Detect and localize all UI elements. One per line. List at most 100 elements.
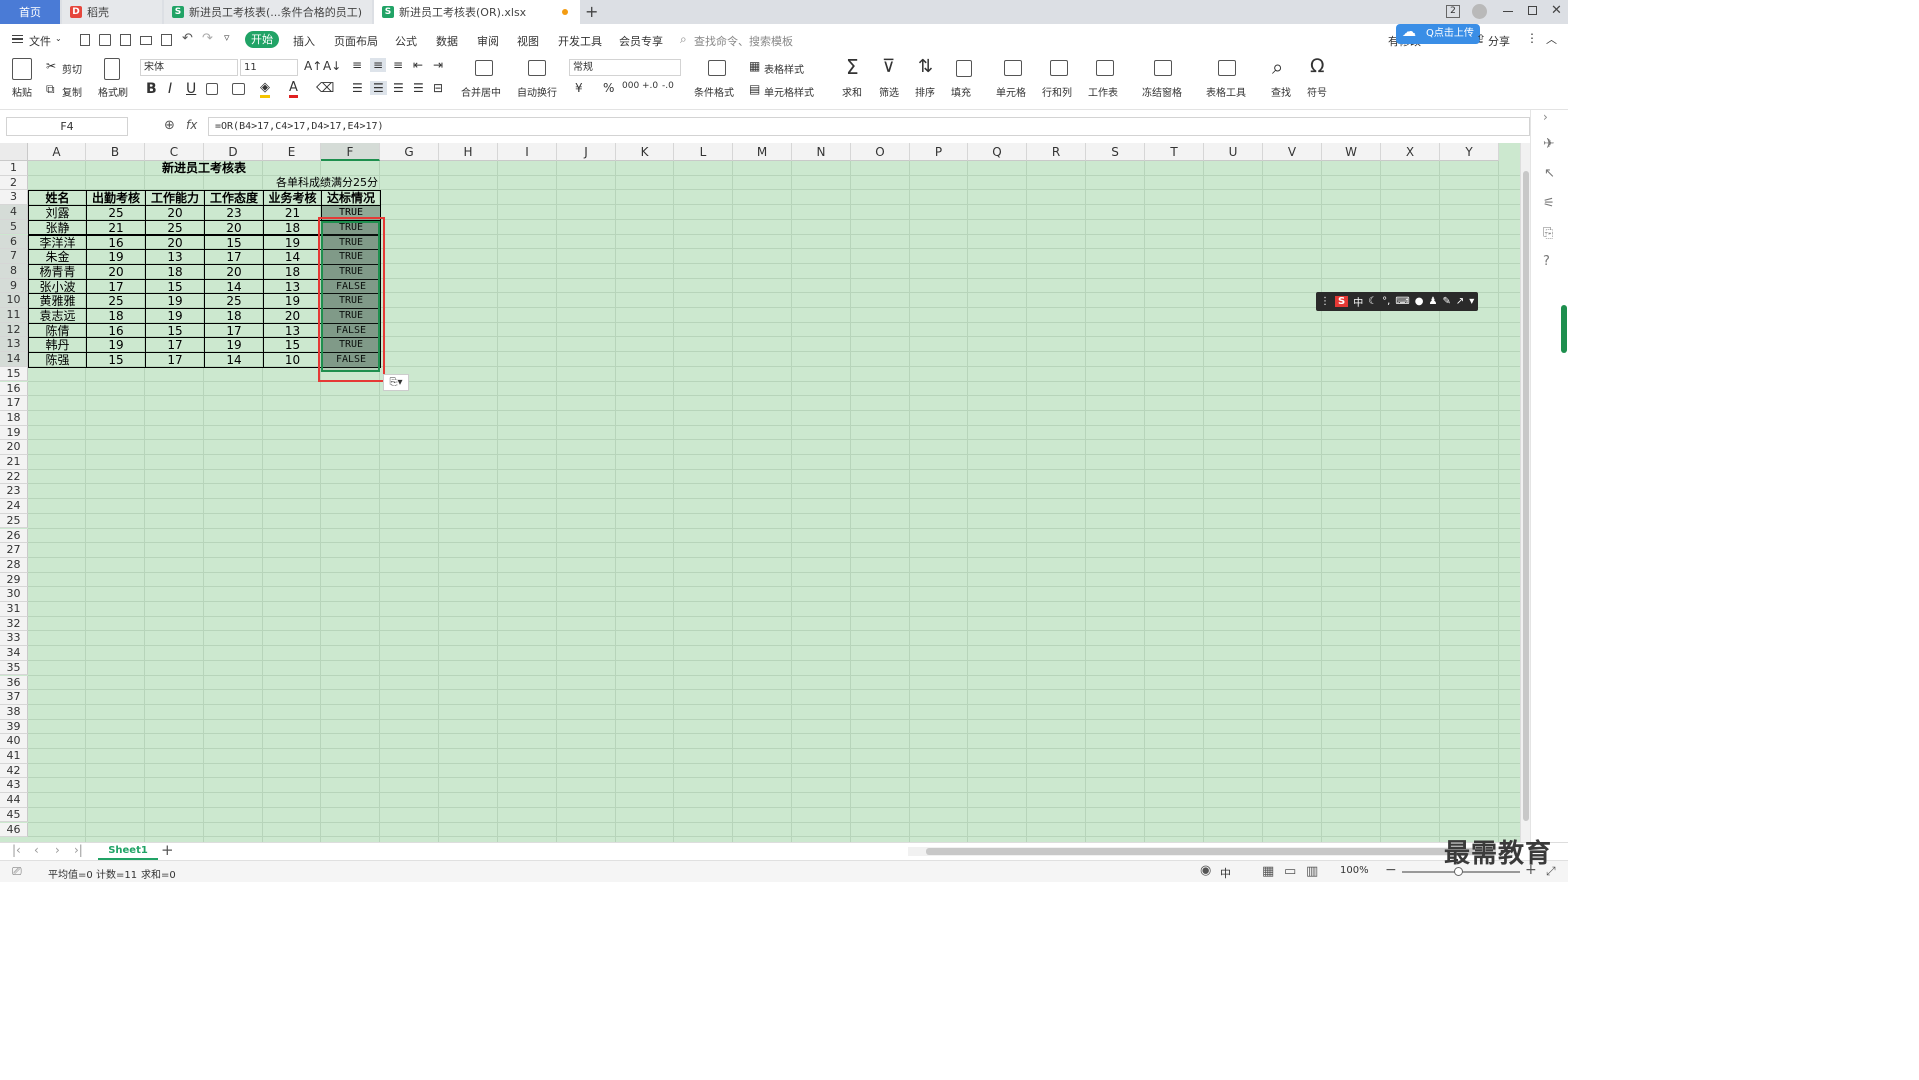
print-preview-icon[interactable] [161, 34, 172, 46]
punct-icon[interactable]: °, [1382, 296, 1390, 307]
row-header-34[interactable]: 34 [0, 646, 28, 661]
column-header-v[interactable]: V [1263, 143, 1322, 161]
column-header-g[interactable]: G [380, 143, 439, 161]
tab-file-1[interactable]: S 新进员工考核表(...条件合格的员工) [164, 0, 372, 24]
font-color-icon[interactable]: A [289, 80, 298, 98]
table-cell[interactable]: 20 [263, 308, 322, 324]
row-header-3[interactable]: 3 [0, 190, 28, 206]
row-header-22[interactable]: 22 [0, 469, 28, 485]
table-cell[interactable]: 19 [263, 293, 322, 309]
restore-icon[interactable] [1528, 6, 1537, 15]
freeze-panes-icon[interactable] [1154, 60, 1172, 76]
table-tools-button[interactable]: 表格工具 [1206, 84, 1246, 99]
table-cell[interactable]: 袁志远 [28, 308, 87, 324]
column-header-x[interactable]: X [1381, 143, 1440, 161]
table-cell[interactable]: 陈强 [28, 352, 87, 368]
row-header-44[interactable]: 44 [0, 793, 28, 808]
indent-decrease-icon[interactable]: ⇤ [413, 58, 423, 72]
row-header-11[interactable]: 11 [0, 308, 28, 323]
align-top-icon[interactable]: ≡ [352, 58, 362, 72]
column-header-p[interactable]: P [910, 143, 968, 161]
header-cell[interactable]: 出勤考核 [86, 190, 146, 207]
row-header-15[interactable]: 15 [0, 366, 28, 382]
panel-toggle-icon[interactable]: › [1543, 110, 1548, 124]
row-header-17[interactable]: 17 [0, 396, 28, 411]
new-icon[interactable] [80, 34, 90, 46]
row-header-1[interactable]: 1 [0, 161, 28, 176]
table-cell[interactable]: 19 [145, 293, 205, 309]
scroll-thumb[interactable] [1523, 171, 1529, 821]
sheet-tab-active[interactable]: Sheet1 [98, 843, 158, 860]
table-cell[interactable]: 陈倩 [28, 322, 87, 339]
prev-sheet-icon[interactable]: ‹ [34, 843, 39, 857]
table-cell[interactable]: 13 [263, 322, 322, 339]
increase-decimal-button[interactable]: +.0 [642, 81, 658, 91]
align-bottom-icon[interactable]: ≡ [393, 58, 403, 72]
table-cell[interactable]: 19 [204, 337, 264, 354]
conditional-format-button[interactable]: 条件格式 [694, 84, 734, 99]
row-header-35[interactable]: 35 [0, 660, 28, 676]
distribute-icon[interactable]: ⊟ [433, 81, 443, 95]
filter-button[interactable]: 筛选 [879, 84, 899, 99]
backup-icon[interactable]: ⎘ [1543, 226, 1553, 241]
cell-icon[interactable] [1004, 60, 1022, 76]
symbol-icon[interactable]: Ω [1310, 55, 1325, 77]
row-header-20[interactable]: 20 [0, 440, 28, 455]
table-cell[interactable]: 19 [86, 337, 146, 354]
menu-review[interactable]: 审阅 [477, 33, 499, 49]
table-cell[interactable]: 17 [204, 249, 264, 265]
column-header-c[interactable]: C [145, 143, 204, 161]
freeze-panes-button[interactable]: 冻结窗格 [1142, 84, 1182, 99]
table-cell[interactable]: 刘露 [28, 205, 87, 221]
align-right-icon[interactable]: ☰ [393, 81, 404, 95]
row-header-46[interactable]: 46 [0, 822, 28, 838]
table-cell[interactable]: 25 [86, 205, 146, 221]
table-cell[interactable]: 21 [263, 205, 322, 221]
column-header-j[interactable]: J [557, 143, 616, 161]
add-sheet-icon[interactable]: + [161, 841, 174, 859]
column-header-w[interactable]: W [1322, 143, 1381, 161]
cut-button[interactable]: 剪切 [62, 61, 82, 76]
select-cursor-icon[interactable]: ↖ [1544, 166, 1555, 181]
format-painter-button[interactable]: 格式刷 [98, 84, 128, 99]
worksheet-icon[interactable] [1096, 60, 1114, 76]
table-cell[interactable]: 19 [263, 234, 322, 251]
row-header-19[interactable]: 19 [0, 425, 28, 441]
fill-color-icon[interactable]: ◈ [260, 80, 270, 98]
column-header-q[interactable]: Q [968, 143, 1027, 161]
table-cell[interactable]: 17 [204, 322, 264, 339]
fill-icon[interactable] [956, 60, 972, 77]
row-header-4[interactable]: 4 [0, 205, 28, 220]
tab-file-active[interactable]: S 新进员工考核表(OR).xlsx [374, 0, 580, 24]
sum-button[interactable]: 求和 [842, 84, 862, 99]
table-cell[interactable]: 25 [86, 293, 146, 309]
table-cell[interactable]: 20 [145, 205, 205, 221]
table-cell[interactable]: 20 [86, 263, 146, 280]
row-header-24[interactable]: 24 [0, 499, 28, 514]
select-all-corner[interactable] [0, 143, 28, 161]
column-header-o[interactable]: O [851, 143, 910, 161]
table-cell[interactable]: 10 [263, 352, 322, 368]
table-cell[interactable]: 黄雅雅 [28, 293, 87, 309]
h-scroll-thumb[interactable] [926, 848, 1496, 855]
score-note[interactable]: 各单科成绩满分25分 [204, 176, 380, 191]
menu-formula[interactable]: 公式 [395, 33, 417, 49]
table-cell[interactable]: 张小波 [28, 278, 87, 295]
row-header-14[interactable]: 14 [0, 352, 28, 367]
skin-icon[interactable]: ♟ [1429, 296, 1438, 307]
header-cell[interactable]: 业务考核 [263, 190, 322, 207]
column-header-f[interactable]: F [321, 143, 380, 161]
close-icon[interactable]: ✕ [1551, 3, 1562, 18]
row-header-37[interactable]: 37 [0, 690, 28, 705]
column-header-n[interactable]: N [792, 143, 851, 161]
align-middle-icon[interactable]: ≡ [370, 58, 387, 72]
ime-status[interactable]: 中 [1220, 865, 1231, 881]
adjust-icon[interactable]: ⚟ [1543, 196, 1555, 211]
header-cell[interactable]: 达标情况 [321, 190, 381, 207]
table-cell[interactable]: 23 [204, 205, 264, 221]
table-cell[interactable]: 15 [263, 337, 322, 354]
font-name-select[interactable]: 宋体 [140, 59, 238, 76]
page-break-view-icon[interactable]: ▥ [1306, 864, 1318, 879]
column-header-u[interactable]: U [1204, 143, 1263, 161]
last-sheet-icon[interactable]: ›| [74, 843, 83, 857]
